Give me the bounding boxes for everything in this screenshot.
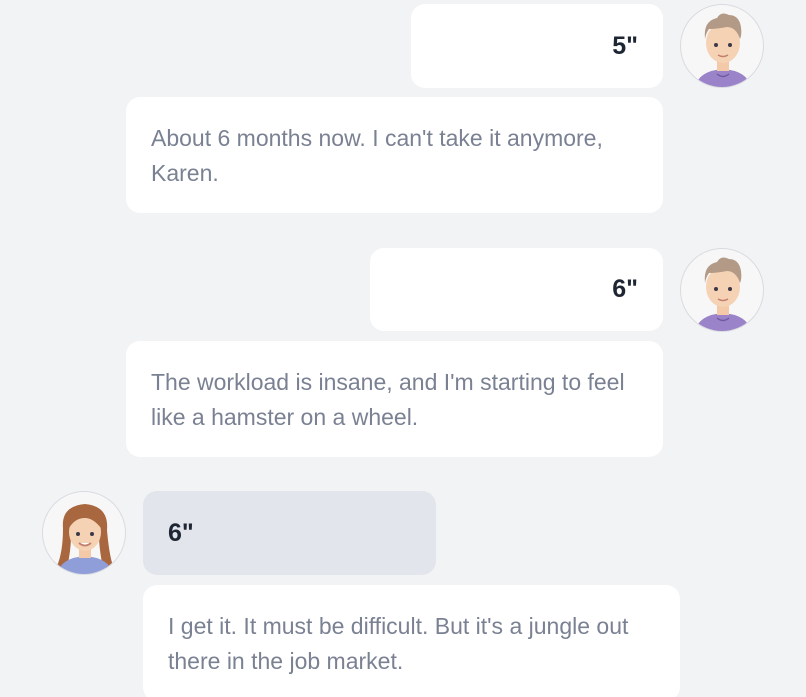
message-text: The workload is insane, and I'm starting… [151, 369, 625, 430]
message-bubble: About 6 months now. I can't take it anym… [126, 97, 663, 213]
male-avatar-icon [680, 248, 764, 332]
message-bubble: The workload is insane, and I'm starting… [126, 341, 663, 457]
voice-duration: 5" [612, 31, 638, 60]
chat-transcript: 5" About 6 months now. I can't take it a… [0, 0, 806, 697]
voice-duration-bubble[interactable]: 6" [143, 491, 436, 575]
voice-duration-bubble[interactable]: 6" [370, 248, 663, 331]
male-avatar-icon [680, 4, 764, 88]
message-bubble: I get it. It must be difficult. But it's… [143, 585, 680, 697]
message-text: I get it. It must be difficult. But it's… [168, 613, 629, 674]
message-text: About 6 months now. I can't take it anym… [151, 125, 603, 186]
voice-duration: 6" [612, 275, 638, 303]
voice-duration-bubble[interactable]: 5" [411, 4, 663, 88]
voice-duration: 6" [168, 518, 194, 547]
female-avatar-icon [42, 491, 126, 575]
